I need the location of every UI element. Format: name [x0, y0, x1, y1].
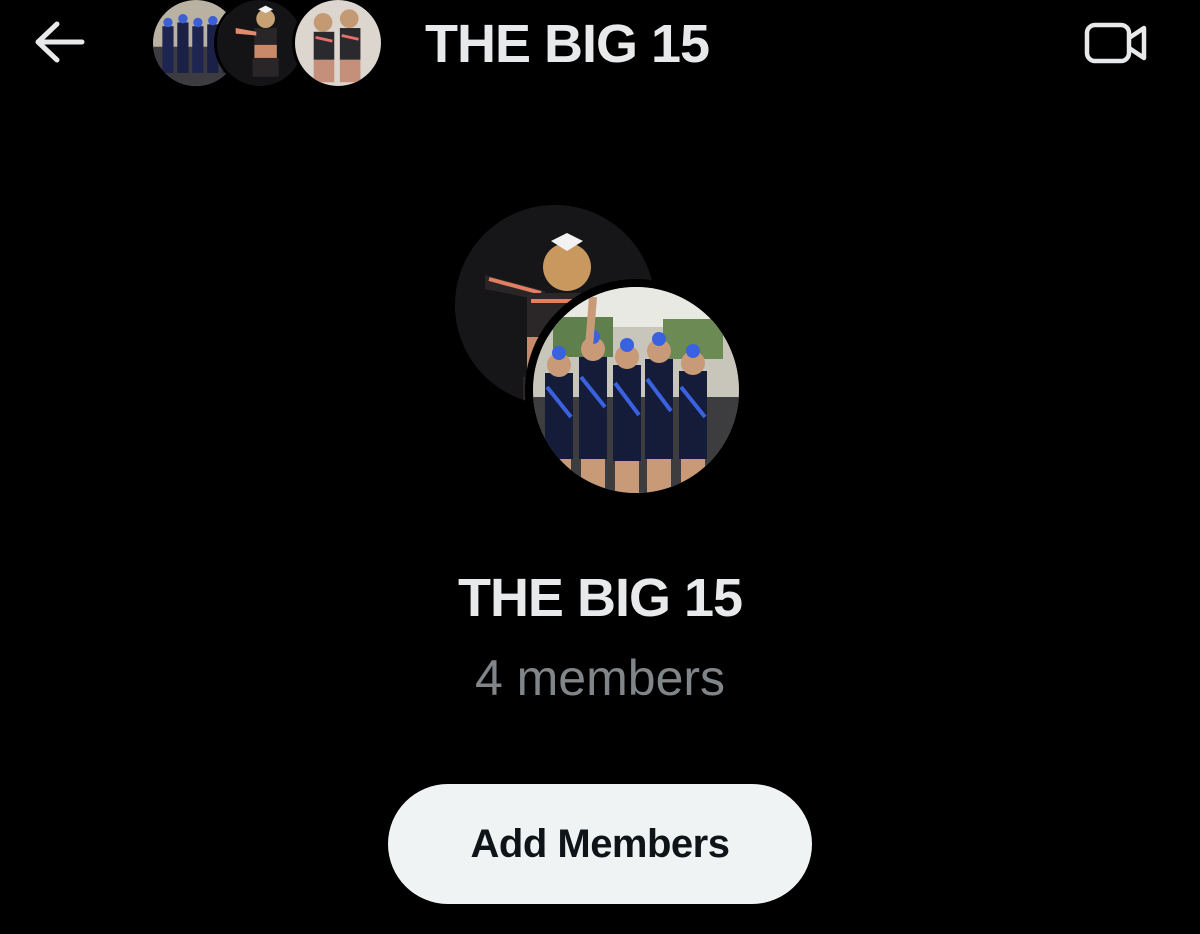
video-camera-icon — [1084, 21, 1148, 70]
group-name: THE BIG 15 — [457, 568, 743, 628]
add-members-button[interactable]: Add Members — [388, 784, 812, 904]
member-avatar — [292, 0, 384, 89]
header-title[interactable]: THE BIG 15 — [425, 14, 710, 74]
group-avatar[interactable] — [455, 205, 755, 505]
member-count[interactable]: 4 members — [0, 648, 1200, 708]
member-avatar-front — [525, 279, 747, 501]
back-button[interactable] — [30, 18, 88, 70]
top-bar: THE BIG 15 — [0, 0, 1200, 92]
video-call-button[interactable] — [1080, 18, 1152, 72]
arrow-left-icon — [33, 20, 85, 69]
header-avatar-stack[interactable] — [150, 0, 390, 93]
